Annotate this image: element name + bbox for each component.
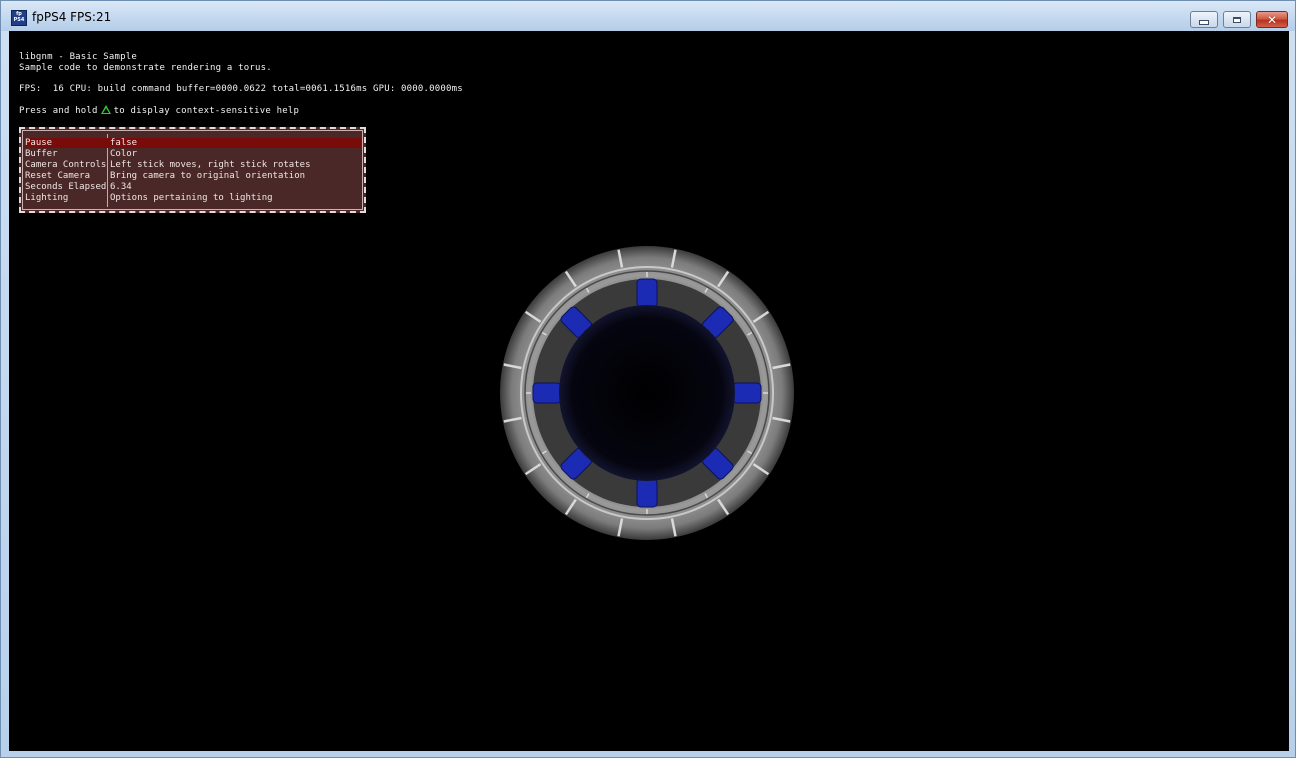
menu-value: Bring camera to original orientation <box>110 171 306 181</box>
triangle-button-icon <box>100 105 111 114</box>
debug-menu[interactable]: Pause false Buffer Color Camera Controls… <box>19 127 366 213</box>
menu-value: Left stick moves, right stick rotates <box>110 160 311 170</box>
lettering-block <box>732 382 762 404</box>
menu-label: Seconds Elapsed <box>25 182 107 192</box>
menu-value: false <box>110 138 138 148</box>
sample-title: libgnm - Basic Sample <box>19 52 137 62</box>
app-window: fp PS4 fpPS4 FPS:21 ✕ libgnm - Basic Sam… <box>0 0 1296 758</box>
menu-value: Color <box>110 149 138 159</box>
menu-row-buffer[interactable]: Buffer Color <box>25 149 361 159</box>
maximize-button[interactable] <box>1223 11 1251 28</box>
menu-value: 6.34 <box>110 182 132 192</box>
lettering-block <box>636 278 658 308</box>
menu-row-reset-camera[interactable]: Reset Camera Bring camera to original or… <box>25 171 361 181</box>
menu-row-pause[interactable]: Pause false <box>25 138 361 148</box>
help-hint: Press and hold to display context-sensiti… <box>19 105 299 117</box>
menu-value: Options pertaining to lighting <box>110 193 273 203</box>
sample-description: Sample code to demonstrate rendering a t… <box>19 63 272 73</box>
menu-row-camera-controls[interactable]: Camera Controls Left stick moves, right … <box>25 160 361 170</box>
maximize-icon <box>1233 16 1241 23</box>
minimize-icon <box>1199 19 1209 25</box>
help-suffix: to display context-sensitive help <box>113 106 300 116</box>
menu-label: Camera Controls <box>25 160 107 170</box>
close-button[interactable]: ✕ <box>1256 11 1288 28</box>
minimize-button[interactable] <box>1190 11 1218 28</box>
render-viewport[interactable]: libgnm - Basic Sample Sample code to dem… <box>9 31 1289 751</box>
menu-row-lighting[interactable]: Lighting Options pertaining to lighting <box>25 193 361 203</box>
torus-graphic <box>500 246 794 540</box>
menu-label: Buffer <box>25 149 58 159</box>
menu-label: Pause <box>25 138 53 148</box>
lettering-block <box>636 478 658 508</box>
title-bar[interactable]: fp PS4 fpPS4 FPS:21 ✕ <box>1 1 1295 31</box>
menu-label: Reset Camera <box>25 171 91 181</box>
rendered-torus <box>499 245 795 541</box>
lettering-block <box>532 382 562 404</box>
close-icon: ✕ <box>1266 12 1278 27</box>
menu-label: Lighting <box>25 193 69 203</box>
help-prefix: Press and hold <box>19 106 98 116</box>
window-title: fpPS4 FPS:21 <box>32 10 112 24</box>
menu-row-seconds-elapsed[interactable]: Seconds Elapsed 6.34 <box>25 182 361 192</box>
fpps4-app-icon[interactable]: fp PS4 <box>11 10 27 26</box>
performance-stats: FPS: 16 CPU: build command buffer=0000.0… <box>19 84 463 94</box>
